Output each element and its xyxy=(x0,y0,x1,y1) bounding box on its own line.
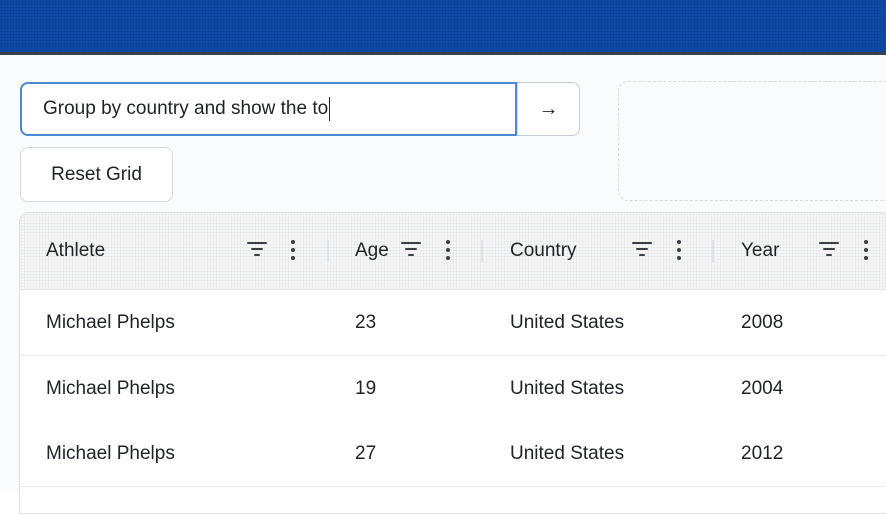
cell-age: 27 xyxy=(355,443,377,464)
column-header-age[interactable]: Age xyxy=(355,213,389,289)
filter-icon[interactable] xyxy=(819,242,839,258)
cell-age: 19 xyxy=(355,378,377,399)
cell-year: 2004 xyxy=(741,378,784,399)
column-header-label: Age xyxy=(355,240,389,261)
main-content: Group by country and show the to → Reset… xyxy=(0,55,886,514)
filter-icon[interactable] xyxy=(247,242,267,258)
data-grid: Athlete Age Country Year Michael Phelps … xyxy=(19,212,886,514)
text-caret xyxy=(329,96,331,121)
cell-athlete: Michael Phelps xyxy=(46,378,175,399)
submit-query-button[interactable]: → xyxy=(517,83,579,135)
query-input[interactable]: Group by country and show the to xyxy=(20,82,517,136)
column-header-year[interactable]: Year xyxy=(741,213,779,289)
column-resize-handle[interactable] xyxy=(712,240,714,262)
column-menu-icon[interactable] xyxy=(864,240,868,260)
cell-age: 23 xyxy=(355,312,377,333)
column-header-country[interactable]: Country xyxy=(510,213,577,289)
column-resize-handle[interactable] xyxy=(481,240,483,262)
table-row[interactable]: Michael Phelps 19 United States 2004 xyxy=(20,356,886,422)
column-resize-handle[interactable] xyxy=(327,240,329,262)
column-menu-icon[interactable] xyxy=(446,240,450,260)
filter-icon[interactable] xyxy=(632,242,652,258)
cell-athlete: Michael Phelps xyxy=(46,312,175,333)
column-header-label: Country xyxy=(510,240,577,261)
filter-icon[interactable] xyxy=(401,242,421,258)
column-menu-icon[interactable] xyxy=(677,240,681,260)
column-header-label: Year xyxy=(741,240,780,261)
table-row[interactable]: Michael Phelps 27 United States 2012 xyxy=(20,421,886,487)
query-input-text: Group by country and show the to xyxy=(43,98,329,119)
column-header-label: Athlete xyxy=(46,240,106,261)
arrow-right-icon: → xyxy=(538,97,559,120)
grid-header: Athlete Age Country Year xyxy=(20,213,886,290)
cell-year: 2008 xyxy=(741,312,784,333)
cell-country: United States xyxy=(510,312,625,333)
cell-year: 2012 xyxy=(741,443,784,464)
cell-country: United States xyxy=(510,378,625,399)
top-app-bar xyxy=(0,0,886,55)
column-header-athlete[interactable]: Athlete xyxy=(46,213,105,289)
cell-athlete: Michael Phelps xyxy=(46,443,175,464)
table-row[interactable]: Michael Phelps 23 United States 2008 xyxy=(20,290,886,356)
query-bar: Group by country and show the to → xyxy=(20,82,580,136)
drop-zone-panel xyxy=(618,81,886,201)
cell-country: United States xyxy=(510,443,625,464)
reset-grid-button[interactable]: Reset Grid xyxy=(20,147,173,202)
column-menu-icon[interactable] xyxy=(291,240,295,260)
